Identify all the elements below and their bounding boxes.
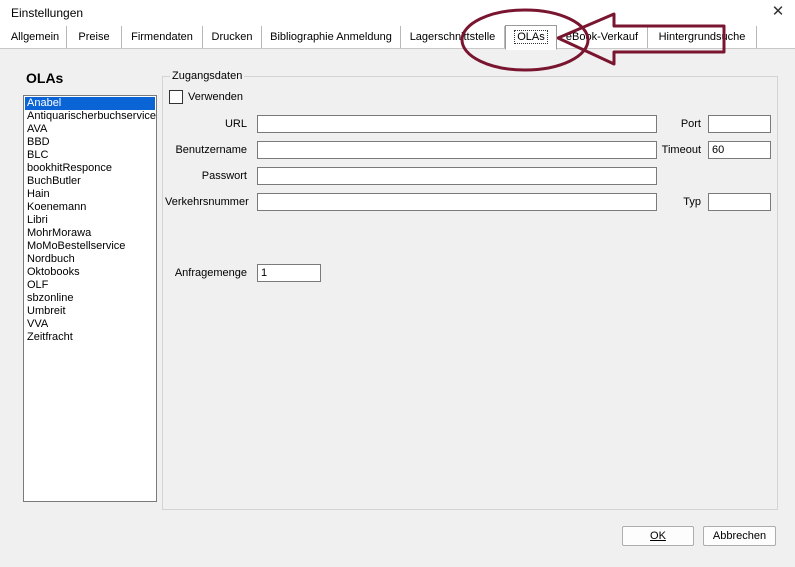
list-item[interactable]: Nordbuch [24, 253, 156, 266]
tab-hintergrundsuche[interactable]: Hintergrundsuche [648, 26, 757, 48]
list-item[interactable]: VVA [24, 318, 156, 331]
window-title: Einstellungen [11, 6, 84, 20]
password-label: Passwort [201, 170, 247, 182]
list-item[interactable]: MoMoBestellservice [24, 240, 156, 253]
port-label: Port [680, 118, 701, 130]
url-label: URL [224, 118, 247, 130]
verwenden-label: Verwenden [188, 91, 244, 103]
list-item[interactable]: AVA [24, 123, 156, 136]
tab-bibliographie-anmeldung[interactable]: Bibliographie Anmeldung [262, 26, 401, 48]
title-bar: Einstellungen ✕ [0, 0, 795, 26]
port-input[interactable] [708, 115, 771, 133]
list-item[interactable]: Koenemann [24, 201, 156, 214]
tab-preise[interactable]: Preise [67, 26, 122, 48]
list-item[interactable]: Anabel [25, 97, 155, 110]
request-amount-label: Anfragemenge [174, 267, 247, 279]
list-item[interactable]: Antiquarischerbuchservice [24, 110, 156, 123]
list-item[interactable]: sbzonline [24, 292, 156, 305]
list-item[interactable]: Umbreit [24, 305, 156, 318]
list-item[interactable]: Hain [24, 188, 156, 201]
list-item[interactable]: BBD [24, 136, 156, 149]
tab-olas-label: OLAs [514, 30, 548, 44]
list-item[interactable]: Zeitfracht [24, 331, 156, 344]
ok-button-label: OK [650, 530, 666, 542]
request-amount-input[interactable]: 1 [257, 264, 321, 282]
list-item[interactable]: BLC [24, 149, 156, 162]
list-item[interactable]: Oktobooks [24, 266, 156, 279]
olas-heading: OLAs [26, 70, 64, 86]
tab-allgemein[interactable]: Allgemein [4, 26, 67, 48]
tab-drucken[interactable]: Drucken [203, 26, 262, 48]
tab-firmendaten[interactable]: Firmendaten [122, 26, 203, 48]
password-input[interactable] [257, 167, 657, 185]
list-item[interactable]: Libri [24, 214, 156, 227]
cancel-button[interactable]: Abbrechen [703, 526, 776, 546]
url-input[interactable] [257, 115, 657, 133]
type-input[interactable] [708, 193, 771, 211]
verwenden-checkbox[interactable] [169, 90, 183, 104]
ola-list[interactable]: Anabel Antiquarischerbuchservice AVA BBD… [23, 95, 157, 502]
tab-strip: Allgemein Preise Firmendaten Drucken Bib… [4, 25, 794, 50]
close-icon[interactable]: ✕ [767, 2, 789, 22]
tab-olas[interactable]: OLAs [505, 25, 557, 50]
username-label: Benutzername [175, 144, 247, 156]
timeout-label: Timeout [661, 144, 701, 156]
list-item[interactable]: bookhitResponce [24, 162, 156, 175]
list-item[interactable]: BuchButler [24, 175, 156, 188]
timeout-input[interactable]: 60 [708, 141, 771, 159]
list-item[interactable]: MohrMorawa [24, 227, 156, 240]
group-title: Zugangsdaten [170, 70, 245, 82]
type-label: Typ [683, 196, 701, 208]
tab-ebook-verkauf[interactable]: eBook-Verkauf [557, 26, 648, 48]
traffic-number-label: Verkehrsnummer [165, 196, 249, 208]
username-input[interactable] [257, 141, 657, 159]
traffic-number-input[interactable] [257, 193, 657, 211]
tab-lagerschnittstelle[interactable]: Lagerschnittstelle [401, 26, 505, 48]
list-item[interactable]: OLF [24, 279, 156, 292]
ok-button[interactable]: OK [622, 526, 694, 546]
